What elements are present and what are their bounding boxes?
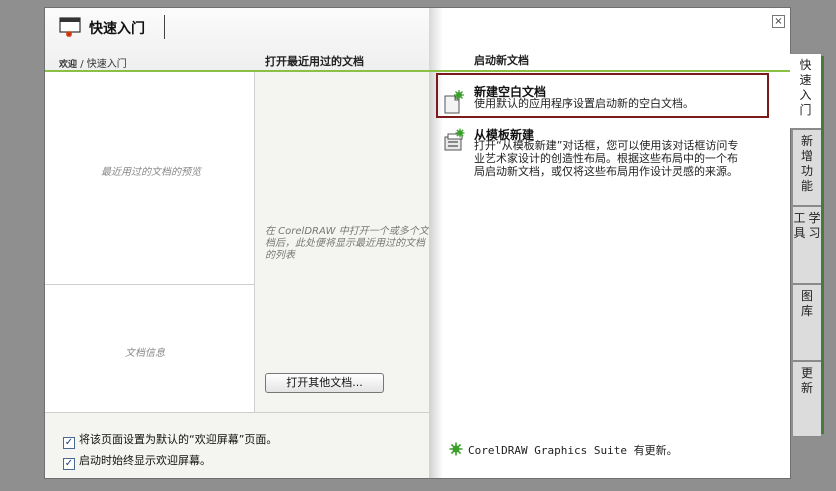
footer-options: ✓ 将该页面设置为默认的“欢迎屏幕”页面。 ✓ 启动时始终显示欢迎屏幕。 — [45, 412, 429, 478]
title-separator — [164, 15, 165, 39]
document-info-placeholder: 文档信息 — [125, 348, 165, 359]
update-star-icon — [449, 442, 463, 456]
document-preview-placeholder: 最近用过的文档的预览 — [101, 167, 201, 178]
always-show-option[interactable]: ✓ 启动时始终显示欢迎屏幕。 — [63, 452, 211, 470]
new-from-template-icon — [444, 128, 465, 151]
page-spine-top — [429, 8, 443, 70]
preview-column: 最近用过的文档的预览 文档信息 — [45, 72, 255, 412]
breadcrumb: 欢迎 / 快速入门 — [59, 55, 127, 70]
side-tabs: 快 速 入 门 新 增 功 能 工 具学 习 图 库 更 新 — [790, 53, 822, 437]
breadcrumb-welcome-link[interactable]: 欢迎 — [59, 60, 77, 70]
always-show-checkbox[interactable]: ✓ — [63, 458, 75, 470]
quick-start-icon — [59, 17, 81, 37]
tab-whats-new-label: 新 增 功 能 — [800, 134, 813, 193]
default-page-checkbox[interactable]: ✓ — [63, 437, 75, 449]
tab-gallery-label: 图 库 — [800, 289, 813, 318]
always-show-label: 启动时始终显示欢迎屏幕。 — [79, 454, 211, 467]
default-page-option[interactable]: ✓ 将该页面设置为默认的“欢迎屏幕”页面。 — [63, 431, 277, 449]
tab-updates-label: 更 新 — [800, 366, 813, 395]
tab-learning-tools[interactable]: 工 具学 习 — [793, 206, 822, 284]
header-left: 快速入门 欢迎 / 快速入门 打开最近用过的文档 — [45, 8, 429, 70]
tab-updates[interactable]: 更 新 — [793, 361, 822, 437]
tab-whats-new[interactable]: 新 增 功 能 — [793, 129, 822, 206]
new-document-header: 启动新文档 — [474, 54, 529, 67]
breadcrumb-separator: / — [77, 59, 87, 70]
recent-documents-header: 打开最近用过的文档 — [265, 55, 364, 68]
new-blank-document-icon — [444, 90, 464, 114]
new-from-template-description: 打开“从模板新建”对话框，您可以使用该对话框访问专业艺术家设计的创造性布局。根据… — [474, 139, 739, 178]
recent-documents-placeholder: 在 CorelDRAW 中打开一个或多个文档后，此处便将显示最近用过的文档的列表 — [265, 226, 429, 261]
default-page-label: 将该页面设置为默认的“欢迎屏幕”页面。 — [79, 433, 278, 446]
close-button[interactable]: × — [772, 15, 785, 28]
page-spine — [429, 72, 443, 478]
tab-learning-tools-label: 工 具学 习 — [793, 211, 821, 240]
tab-quick-start-label: 快 速 入 门 — [799, 58, 812, 117]
preview-divider — [45, 284, 255, 285]
tabs-accent-edge — [821, 56, 824, 434]
new-blank-document-description: 使用默认的应用程序设置启动新的空白文档。 — [474, 97, 694, 110]
recent-documents-column: 在 CorelDRAW 中打开一个或多个文档后，此处便将显示最近用过的文档的列表… — [255, 72, 429, 412]
update-available-link[interactable]: CorelDRAW Graphics Suite 有更新。 — [468, 442, 678, 458]
welcome-screen-window: 快速入门 欢迎 / 快速入门 打开最近用过的文档 启动新文档 × 最近用过的文档… — [44, 7, 791, 479]
new-document-column: 新建空白文档 使用默认的应用程序设置启动新的空白文档。 从模板新建 打开“从模板… — [429, 72, 790, 478]
open-other-document-button[interactable]: 打开其他文档... — [265, 373, 384, 393]
header-right: 启动新文档 — [429, 8, 790, 70]
window-title: 快速入门 — [89, 21, 145, 37]
tab-quick-start[interactable]: 快 速 入 门 — [790, 53, 822, 129]
tab-gallery[interactable]: 图 库 — [793, 284, 822, 361]
breadcrumb-current: 快速入门 — [86, 59, 127, 70]
